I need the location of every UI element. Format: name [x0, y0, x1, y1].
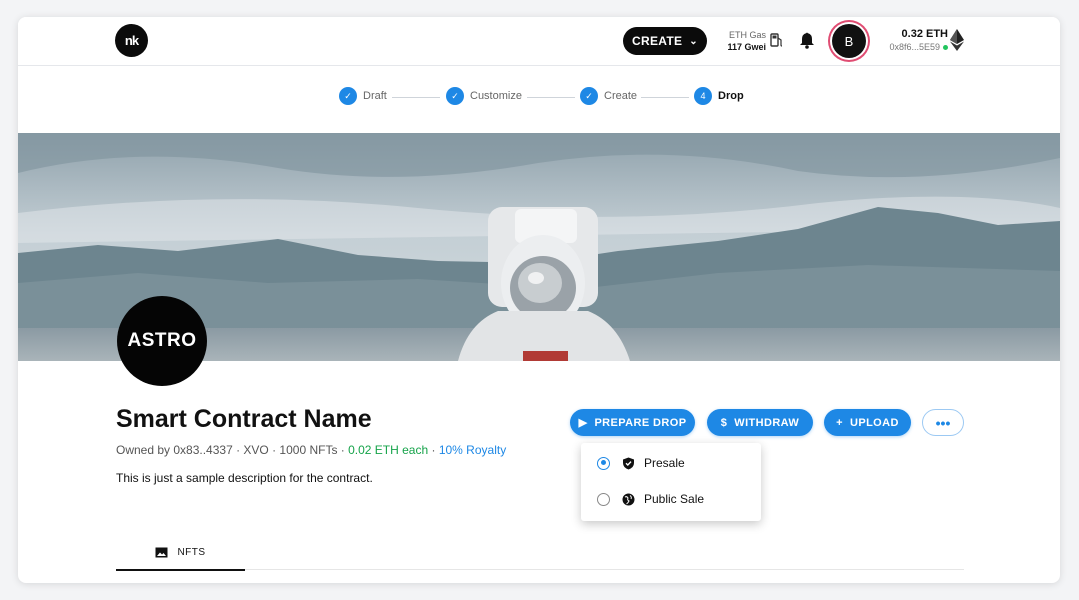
- gas-indicator: ETH Gas 117 Gwei: [708, 29, 766, 53]
- bell-icon[interactable]: [799, 31, 815, 49]
- check-icon: ✓: [580, 87, 598, 105]
- gas-pump-icon: [770, 33, 783, 47]
- option-label: Presale: [644, 456, 685, 470]
- tab-nfts[interactable]: NFTS: [116, 535, 245, 571]
- prepare-drop-menu: Presale Public Sale: [581, 443, 761, 521]
- prepare-drop-label: PREPARE DROP: [594, 416, 687, 429]
- step-create[interactable]: ✓ Create: [580, 87, 637, 105]
- globe-icon: [622, 493, 635, 505]
- more-options-button[interactable]: •••: [922, 409, 964, 436]
- option-label: Public Sale: [644, 492, 705, 506]
- image-icon: [155, 547, 168, 557]
- contract-description: This is just a sample description for th…: [116, 471, 373, 485]
- plus-icon: +: [836, 416, 843, 429]
- step-number: 4: [694, 87, 712, 105]
- step-label: Drop: [718, 90, 744, 102]
- create-button[interactable]: CREATE ⌄: [623, 27, 707, 55]
- shield-icon: [623, 457, 634, 469]
- wallet-address: 0x8f6...5E59: [878, 41, 948, 54]
- owner-meta: Owned by 0x83..4337 · XVO · 1000 NFTs ·: [116, 443, 349, 457]
- price-each: 0.02 ETH each: [348, 443, 429, 457]
- contract-title: Smart Contract Name: [116, 405, 372, 433]
- dollar-icon: $: [720, 416, 728, 429]
- step-connector: [527, 97, 575, 98]
- progress-stepper: ✓ Draft ✓ Customize ✓ Create 4 Drop: [18, 65, 1060, 133]
- withdraw-button[interactable]: $ WITHDRAW: [707, 409, 813, 436]
- app-window: nk CREATE ⌄ ETH Gas 117 Gwei B 0.32 ETH …: [18, 17, 1060, 583]
- step-customize[interactable]: ✓ Customize: [446, 87, 522, 105]
- meta-separator: ·: [428, 443, 439, 457]
- step-drop[interactable]: 4 Drop: [694, 87, 744, 105]
- create-label: CREATE: [632, 34, 683, 48]
- gas-label: ETH Gas: [728, 30, 766, 40]
- user-avatar[interactable]: B: [832, 24, 866, 58]
- upload-label: UPLOAD: [849, 416, 899, 429]
- upload-button[interactable]: + UPLOAD: [824, 409, 911, 436]
- step-label: Draft: [363, 90, 387, 102]
- wallet-info[interactable]: 0.32 ETH 0x8f6...5E59: [878, 28, 948, 54]
- step-draft[interactable]: ✓ Draft: [339, 87, 387, 105]
- step-label: Create: [604, 90, 638, 102]
- tab-label: NFTS: [177, 546, 206, 558]
- withdraw-label: WITHDRAW: [734, 416, 800, 429]
- top-bar: nk CREATE ⌄ ETH Gas 117 Gwei B 0.32 ETH …: [18, 17, 1060, 66]
- step-label: Customize: [470, 90, 522, 102]
- radio-unselected[interactable]: [597, 492, 610, 506]
- prepare-drop-button[interactable]: ▶ PREPARE DROP: [570, 409, 695, 436]
- eth-balance: 0.32 ETH: [901, 28, 948, 40]
- ethereum-icon: [950, 29, 964, 51]
- step-connector: [641, 97, 689, 98]
- chevron-down-icon: ⌄: [689, 35, 698, 47]
- brand-logo[interactable]: nk: [115, 24, 148, 57]
- collection-logo: ASTRO: [117, 296, 207, 386]
- menu-option-public-sale[interactable]: Public Sale: [597, 492, 704, 506]
- check-icon: ✓: [446, 87, 464, 105]
- check-icon: ✓: [339, 87, 357, 105]
- connected-dot: [943, 45, 948, 51]
- radio-selected[interactable]: [597, 456, 610, 470]
- tab-divider: [245, 569, 964, 570]
- contract-meta: Owned by 0x83..4337 · XVO · 1000 NFTs · …: [116, 443, 506, 457]
- step-connector: [392, 97, 440, 98]
- menu-option-presale[interactable]: Presale: [597, 456, 685, 470]
- play-icon: ▶: [578, 417, 588, 429]
- gas-value: 117 Gwei: [727, 42, 766, 52]
- royalty: 10% Royalty: [438, 443, 507, 457]
